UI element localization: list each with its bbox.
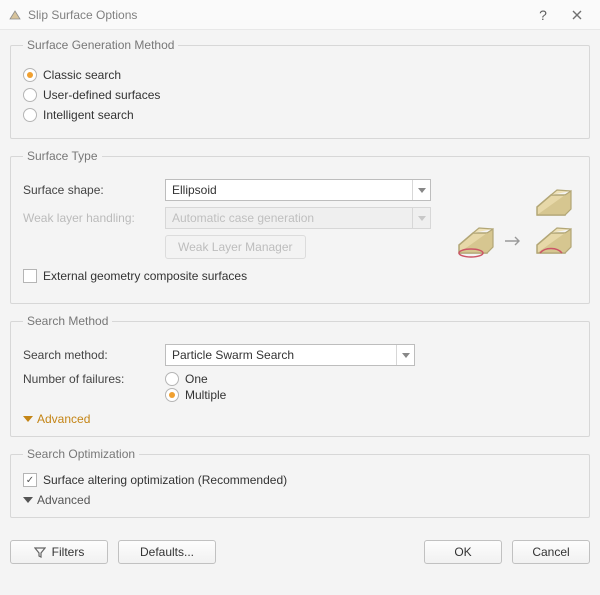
weak-layer-handling-label: Weak layer handling: bbox=[23, 211, 165, 225]
checkbox-box-icon bbox=[23, 473, 37, 487]
defaults-button-label: Defaults... bbox=[140, 545, 194, 559]
group-search-optimization: Search Optimization Surface altering opt… bbox=[10, 447, 590, 518]
search-method-value: Particle Swarm Search bbox=[172, 348, 294, 362]
group-surface-type-legend: Surface Type bbox=[23, 149, 102, 163]
defaults-button[interactable]: Defaults... bbox=[118, 540, 216, 564]
optimization-advanced-toggle[interactable]: Advanced bbox=[23, 493, 90, 507]
cancel-button-label: Cancel bbox=[532, 545, 569, 559]
radio-classic-search-label: Classic search bbox=[43, 68, 121, 82]
ok-button-label: OK bbox=[454, 545, 471, 559]
checkbox-surface-altering-optimization[interactable]: Surface altering optimization (Recommend… bbox=[23, 473, 287, 487]
filters-button[interactable]: Filters bbox=[10, 540, 108, 564]
checkbox-external-composite[interactable]: External geometry composite surfaces bbox=[23, 269, 247, 283]
chevron-down-icon bbox=[396, 345, 414, 365]
radio-failures-one-label: One bbox=[185, 372, 208, 386]
window-title: Slip Surface Options bbox=[28, 8, 137, 22]
search-method-select[interactable]: Particle Swarm Search bbox=[165, 344, 415, 366]
chevron-down-icon bbox=[412, 208, 430, 228]
search-method-advanced-toggle[interactable]: Advanced bbox=[23, 412, 90, 426]
filter-icon bbox=[34, 546, 46, 558]
group-search-method-legend: Search Method bbox=[23, 314, 112, 328]
surface-illustration-transform bbox=[453, 223, 575, 259]
weak-layer-handling-value: Automatic case generation bbox=[172, 211, 314, 225]
group-surface-type: Surface Type Surface shape: Ellipsoid We… bbox=[10, 149, 590, 304]
weak-layer-manager-button-label: Weak Layer Manager bbox=[178, 240, 293, 254]
radio-user-defined-label: User-defined surfaces bbox=[43, 88, 160, 102]
radio-classic-search[interactable]: Classic search bbox=[23, 68, 121, 82]
help-button[interactable]: ? bbox=[526, 1, 560, 29]
group-search-method: Search Method Search method: Particle Sw… bbox=[10, 314, 590, 437]
radio-failures-multiple[interactable]: Multiple bbox=[165, 388, 226, 402]
triangle-down-icon bbox=[23, 497, 33, 503]
close-button[interactable] bbox=[560, 1, 594, 29]
search-method-label: Search method: bbox=[23, 348, 165, 362]
titlebar: Slip Surface Options ? bbox=[0, 0, 600, 30]
radio-dot-icon bbox=[165, 372, 179, 386]
search-method-advanced-label: Advanced bbox=[37, 412, 90, 426]
radio-user-defined-surfaces[interactable]: User-defined surfaces bbox=[23, 88, 160, 102]
surface-shape-value: Ellipsoid bbox=[172, 183, 217, 197]
number-of-failures-label: Number of failures: bbox=[23, 372, 165, 386]
arrow-right-icon bbox=[505, 236, 523, 246]
weak-layer-handling-select: Automatic case generation bbox=[165, 207, 431, 229]
dialog-content: Surface Generation Method Classic search… bbox=[0, 30, 600, 534]
group-generation-method: Surface Generation Method Classic search… bbox=[10, 38, 590, 139]
chevron-down-icon bbox=[412, 180, 430, 200]
group-search-optimization-legend: Search Optimization bbox=[23, 447, 139, 461]
app-icon bbox=[8, 8, 22, 22]
surface-shape-label: Surface shape: bbox=[23, 183, 165, 197]
dialog-footer: Filters Defaults... OK Cancel bbox=[0, 534, 600, 574]
surface-shape-select[interactable]: Ellipsoid bbox=[165, 179, 431, 201]
surface-illustration-single bbox=[531, 185, 575, 221]
cancel-button[interactable]: Cancel bbox=[512, 540, 590, 564]
radio-failures-one[interactable]: One bbox=[165, 372, 208, 386]
filters-button-label: Filters bbox=[52, 545, 85, 559]
radio-intelligent-label: Intelligent search bbox=[43, 108, 134, 122]
radio-dot-icon bbox=[165, 388, 179, 402]
radio-failures-multiple-label: Multiple bbox=[185, 388, 226, 402]
optimization-advanced-label: Advanced bbox=[37, 493, 90, 507]
checkbox-external-composite-label: External geometry composite surfaces bbox=[43, 269, 247, 283]
radio-dot-icon bbox=[23, 68, 37, 82]
radio-dot-icon bbox=[23, 108, 37, 122]
triangle-down-icon bbox=[23, 416, 33, 422]
checkbox-box-icon bbox=[23, 269, 37, 283]
radio-dot-icon bbox=[23, 88, 37, 102]
group-generation-method-legend: Surface Generation Method bbox=[23, 38, 178, 52]
weak-layer-manager-button: Weak Layer Manager bbox=[165, 235, 306, 259]
radio-intelligent-search[interactable]: Intelligent search bbox=[23, 108, 134, 122]
ok-button[interactable]: OK bbox=[424, 540, 502, 564]
checkbox-surface-altering-label: Surface altering optimization (Recommend… bbox=[43, 473, 287, 487]
